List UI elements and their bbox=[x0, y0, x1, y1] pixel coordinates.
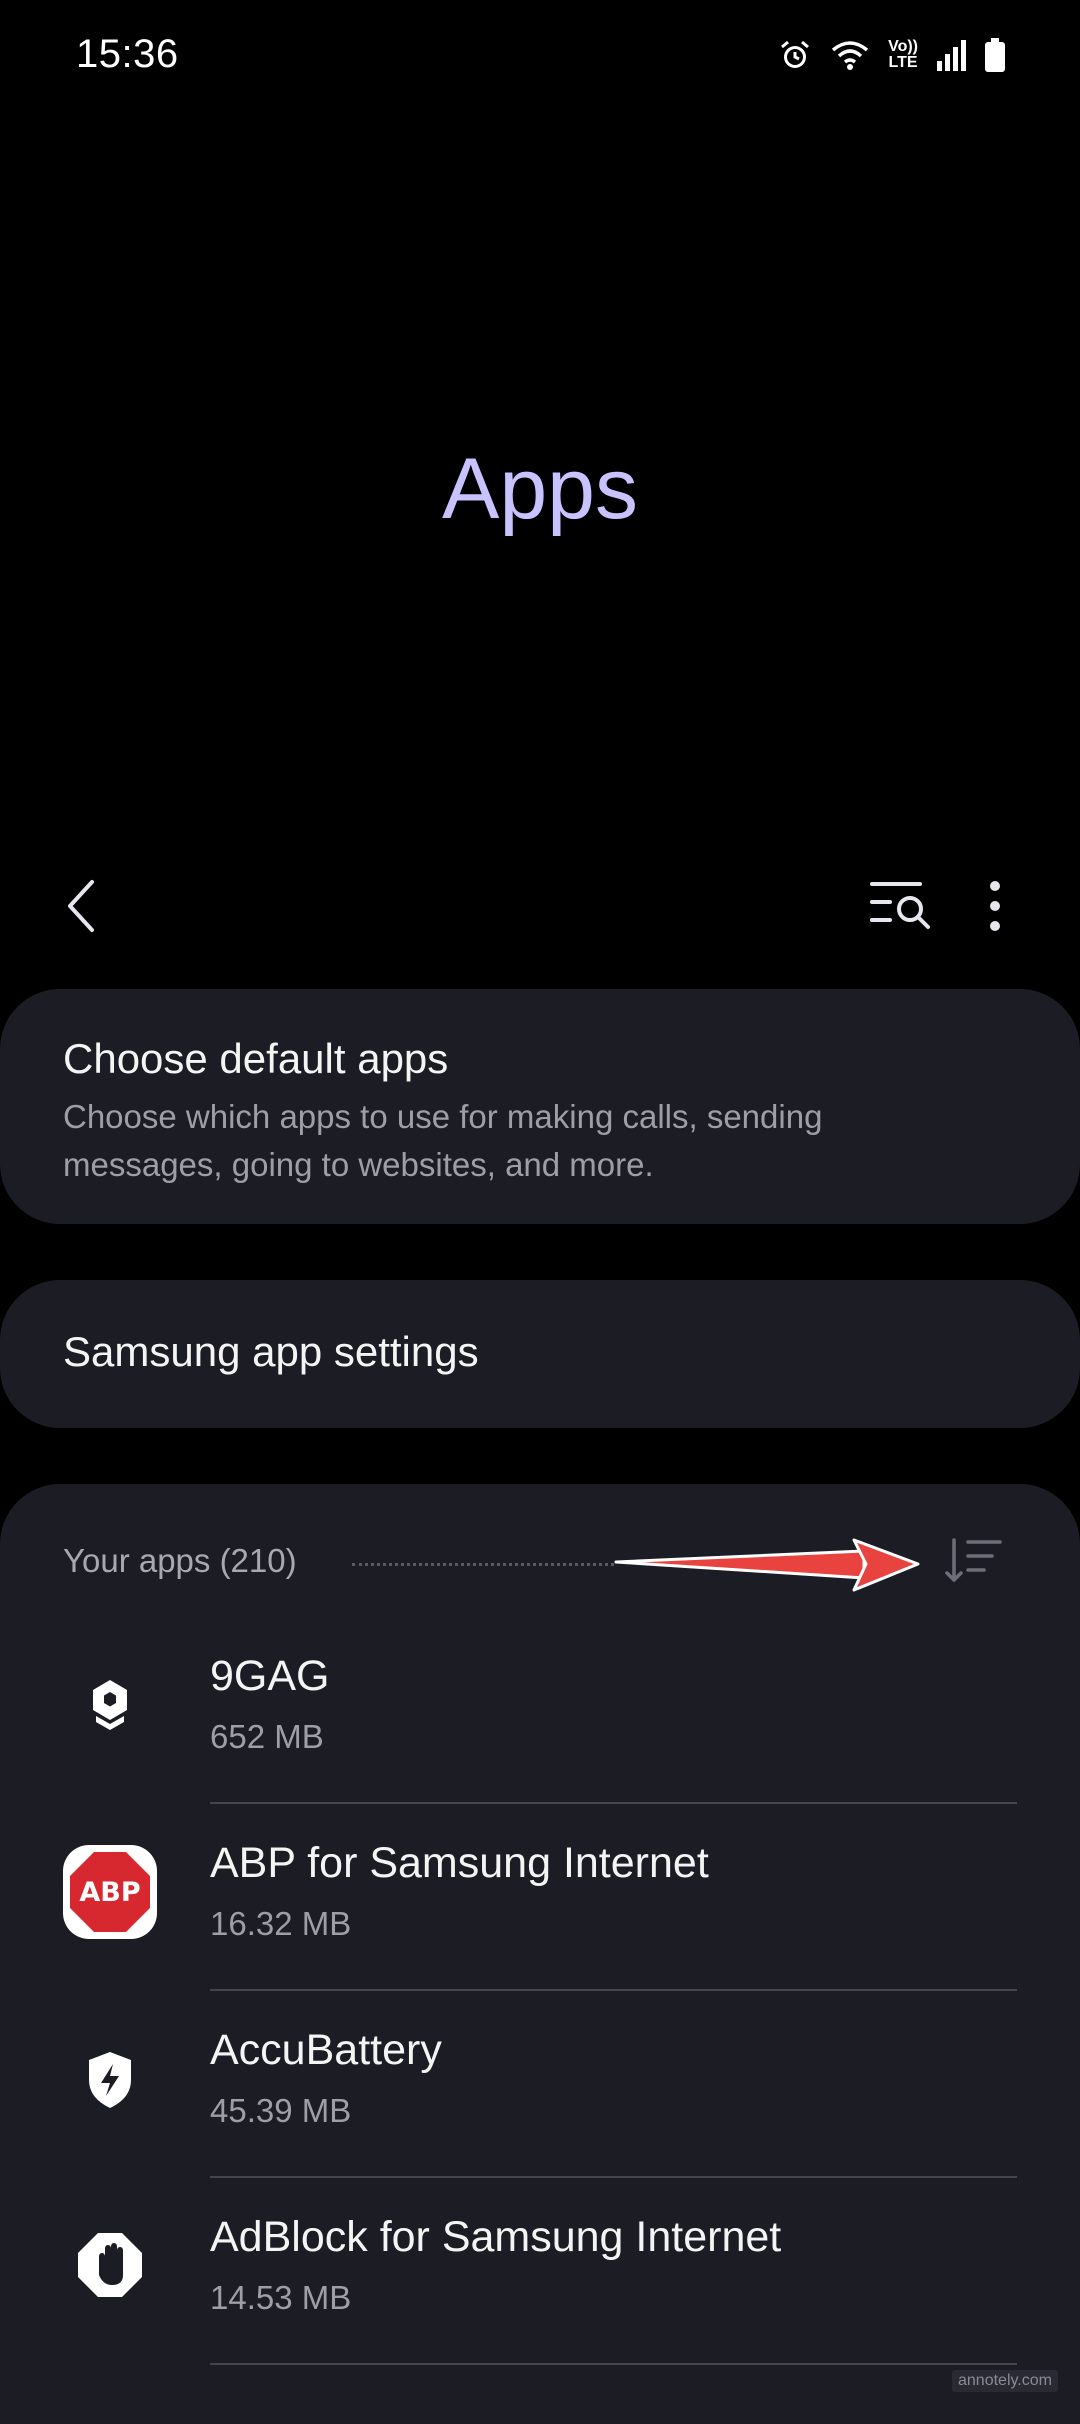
dotted-separator bbox=[352, 1563, 614, 1566]
app-name: AccuBattery bbox=[210, 2026, 442, 2074]
samsung-app-settings-card[interactable]: Samsung app settings bbox=[0, 1280, 1080, 1428]
app-size: 45.39 MB bbox=[210, 2092, 352, 2129]
choose-default-apps-card[interactable]: Choose default apps Choose which apps to… bbox=[0, 989, 1080, 1224]
volte-icon: Vo)) LTE bbox=[888, 38, 918, 71]
default-apps-title: Choose default apps bbox=[63, 1035, 449, 1082]
status-time: 15:36 bbox=[76, 32, 179, 76]
samsung-settings-title: Samsung app settings bbox=[63, 1328, 479, 1375]
list-item[interactable]: AccuBattery 45.39 MB bbox=[0, 1986, 1080, 2172]
list-item[interactable]: AdBlock for Samsung Internet 14.53 MB bbox=[0, 2173, 1080, 2359]
signal-icon bbox=[937, 40, 966, 71]
adblock-icon bbox=[78, 2233, 142, 2297]
list-item[interactable]: ABP ABP for Samsung Internet 16.32 MB bbox=[0, 1799, 1080, 1985]
annotation-arrow bbox=[614, 1538, 920, 1592]
battery-icon bbox=[985, 38, 1005, 72]
abp-icon: ABP bbox=[63, 1845, 157, 1939]
status-bar: 15:36 Vo)) LTE bbox=[0, 0, 1080, 120]
app-name: 9GAG bbox=[210, 1652, 330, 1700]
wifi-icon bbox=[831, 41, 869, 70]
sort-icon[interactable] bbox=[944, 1536, 1004, 1586]
app-name: AdBlock for Samsung Internet bbox=[210, 2213, 782, 2261]
search-list-icon[interactable] bbox=[868, 874, 934, 934]
app-size: 16.32 MB bbox=[210, 1905, 352, 1942]
list-item[interactable]: 9GAG 652 MB bbox=[0, 1612, 1080, 1798]
alarm-icon bbox=[781, 40, 810, 68]
app-size: 14.53 MB bbox=[210, 2279, 352, 2316]
abp-icon-label: ABP bbox=[79, 1876, 141, 1908]
back-icon[interactable] bbox=[56, 878, 108, 934]
your-apps-card: Your apps (210) 9GAG 652 MB ABP ABP for … bbox=[0, 1484, 1080, 2424]
watermark: annotely.com bbox=[952, 2370, 1058, 2392]
app-size: 652 MB bbox=[210, 1718, 324, 1755]
9gag-icon bbox=[93, 1680, 127, 1730]
app-name: ABP for Samsung Internet bbox=[210, 1839, 709, 1887]
default-apps-subtitle: Choose which apps to use for making call… bbox=[63, 1098, 823, 1183]
accubattery-icon bbox=[89, 2052, 131, 2108]
status-icons: Vo)) LTE bbox=[778, 38, 1006, 72]
divider bbox=[210, 2363, 1017, 2365]
more-icon[interactable] bbox=[974, 874, 1016, 938]
your-apps-header: Your apps (210) bbox=[63, 1542, 297, 1579]
page-title: Apps bbox=[441, 441, 639, 537]
toolbar bbox=[0, 860, 1080, 950]
